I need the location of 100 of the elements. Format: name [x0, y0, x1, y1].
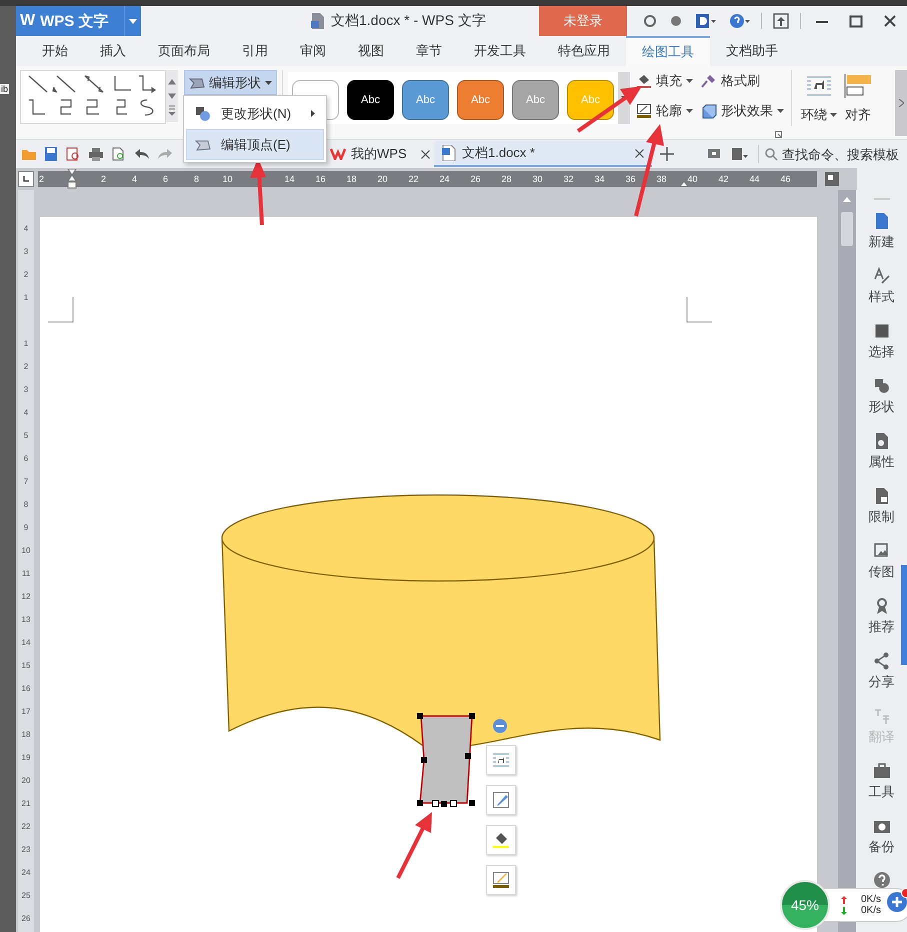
- menu-tab[interactable]: 绘图工具: [626, 36, 710, 66]
- tab-stop-selector[interactable]: [18, 171, 34, 187]
- edit-shape-button[interactable]: 编辑形状: [184, 70, 277, 95]
- sidebar-item[interactable]: 限制: [868, 487, 894, 542]
- menu-tab[interactable]: 引用: [226, 36, 284, 66]
- side-panel-handle[interactable]: [901, 565, 907, 665]
- menu-tab[interactable]: 视图: [342, 36, 400, 66]
- new-tab-icon[interactable]: [660, 147, 674, 161]
- help-icon[interactable]: [874, 872, 890, 888]
- ruler-number: 7: [22, 476, 30, 488]
- outline-button[interactable]: 轮廓: [634, 100, 695, 122]
- indent-marker-icon[interactable]: [67, 169, 77, 191]
- shape-effects-button[interactable]: 形状效果: [699, 100, 786, 122]
- ruler-number: 28: [500, 174, 512, 184]
- ruler-number: 10: [20, 545, 32, 557]
- menu-tab[interactable]: 页面布局: [142, 36, 226, 66]
- gallery-scroll-bar[interactable]: [166, 70, 178, 122]
- add-icon[interactable]: [886, 888, 907, 914]
- sidebar-icon: [872, 377, 890, 395]
- outline-color-button[interactable]: [486, 865, 516, 895]
- ruler-number: 8: [192, 174, 200, 184]
- sidebar-item[interactable]: 推荐: [868, 597, 894, 652]
- undo-icon[interactable]: [135, 148, 149, 160]
- sidebar-item[interactable]: 分享: [868, 652, 894, 707]
- print-preview-icon[interactable]: [112, 147, 126, 161]
- ruler-number: 16: [314, 174, 326, 184]
- collapse-icon[interactable]: [493, 719, 507, 733]
- close-tab-icon[interactable]: [635, 148, 644, 158]
- sidebar-icon: [872, 322, 890, 340]
- sidebar-icon: [872, 542, 890, 560]
- sidebar-item[interactable]: 样式: [868, 267, 894, 322]
- document-icon: [311, 13, 325, 29]
- sidebar-item[interactable]: 属性: [868, 432, 894, 487]
- app-store-icon[interactable]: [696, 14, 716, 28]
- view-icon[interactable]: [825, 172, 839, 186]
- menu-item[interactable]: 更改形状(N): [186, 98, 324, 129]
- pen-icon: [492, 791, 510, 809]
- menu-tab[interactable]: 文档助手: [710, 36, 794, 66]
- settings-icon[interactable]: [670, 15, 682, 27]
- sidebar-icon: [872, 267, 890, 285]
- sidebar-item[interactable]: 选择: [868, 322, 894, 377]
- maximize-icon[interactable]: [849, 14, 863, 28]
- sidebar-item[interactable]: 新建: [868, 212, 894, 267]
- menu-tab[interactable]: 章节: [400, 36, 458, 66]
- sidebar-item[interactable]: 传图: [868, 542, 894, 597]
- document-tab[interactable]: 我的WPS: [324, 141, 434, 167]
- app-logo-button[interactable]: W WPS 文字: [16, 6, 124, 36]
- scroll-thumb[interactable]: [841, 212, 853, 246]
- search-field[interactable]: 查找命令、搜索模板: [765, 146, 907, 162]
- ruler-number: 38: [655, 174, 668, 184]
- wps-logo-icon: [330, 148, 346, 160]
- document-tab[interactable]: 文档1.docx *: [434, 141, 652, 167]
- close-icon[interactable]: [883, 14, 897, 28]
- export-pdf-icon[interactable]: [66, 147, 80, 161]
- paint-bucket-icon: [492, 831, 510, 849]
- app-menu-caret-button[interactable]: [124, 6, 141, 36]
- tab-title: 我的WPS: [351, 145, 408, 163]
- chat-icon[interactable]: [708, 148, 720, 160]
- fill-button[interactable]: 填充: [634, 70, 695, 92]
- menu-item[interactable]: 编辑顶点(E): [186, 129, 324, 160]
- upload-speed: 0K/s: [861, 894, 882, 905]
- ruler-number: 13: [20, 614, 32, 626]
- scroll-up-icon[interactable]: [843, 196, 851, 202]
- fill-color-button[interactable]: [486, 825, 516, 855]
- menu-tab[interactable]: 审阅: [284, 36, 342, 66]
- menu-tab[interactable]: 开始: [26, 36, 84, 66]
- selected-shape[interactable]: [417, 713, 475, 807]
- format-painter-button[interactable]: 格式刷: [699, 70, 762, 92]
- vertical-scrollbar[interactable]: [838, 190, 856, 932]
- close-tab-icon[interactable]: [421, 150, 430, 158]
- menu-tab[interactable]: 开发工具: [458, 36, 542, 66]
- right-indent-marker-icon[interactable]: [679, 181, 689, 187]
- layout-options-button[interactable]: [486, 745, 516, 775]
- ruler-number: 24: [20, 867, 32, 879]
- network-speed-widget[interactable]: 45% 0K/s 0K/s: [780, 880, 907, 930]
- edit-shape-button[interactable]: [486, 785, 516, 815]
- align-button[interactable]: 对齐: [841, 70, 875, 128]
- shape-edit-icon: [189, 76, 205, 88]
- save-icon[interactable]: [45, 147, 57, 161]
- ruler-number: 23: [20, 844, 32, 856]
- search-icon: [765, 148, 778, 160]
- ruler-number: 2: [22, 361, 30, 373]
- ruler-number: 2: [38, 174, 45, 184]
- print-icon[interactable]: [89, 148, 103, 160]
- help-icon[interactable]: [730, 14, 750, 28]
- sidebar-item[interactable]: 工具: [868, 762, 894, 817]
- menu-tab[interactable]: 特色应用: [542, 36, 626, 66]
- menu-tab[interactable]: 插入: [84, 36, 142, 66]
- bookmark-menu-icon[interactable]: [732, 148, 748, 160]
- wrap-text-button[interactable]: 环绕: [797, 70, 841, 128]
- outline-pen-icon: [636, 103, 652, 119]
- skin-icon[interactable]: [644, 15, 656, 27]
- horizontal-ruler[interactable]: 2 2 4 6 8 10 14 16 18 20 22 24 26 28 30 32 34 36 38 40 42 44 46: [38, 171, 817, 187]
- sidebar-item[interactable]: 形状: [868, 377, 894, 432]
- sidebar-item[interactable]: 备份: [868, 817, 894, 872]
- window-fragment-text: ib: [0, 84, 10, 94]
- caret-icon: [265, 80, 272, 84]
- shape-style-swatch[interactable]: Abc: [347, 80, 394, 120]
- dialog-launcher-icon[interactable]: [775, 131, 782, 138]
- upload-icon[interactable]: [773, 13, 789, 29]
